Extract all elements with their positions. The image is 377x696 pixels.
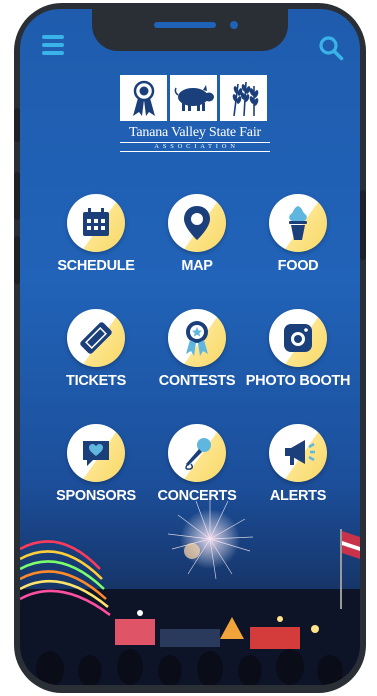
map-pin-icon xyxy=(168,194,226,252)
ticket-icon xyxy=(67,309,125,367)
tile-tickets[interactable]: TICKETS xyxy=(40,309,150,419)
tile-schedule[interactable]: SCHEDULE xyxy=(40,194,150,304)
ice-cream-icon xyxy=(269,194,327,252)
ribbon-logo-icon xyxy=(120,75,167,121)
megaphone-icon xyxy=(269,424,327,482)
tile-contests[interactable]: CONTESTS xyxy=(141,309,251,419)
wheat-logo-icon xyxy=(220,75,267,121)
tile-label: SCHEDULE xyxy=(57,258,135,274)
fair-logo: Tanana Valley State Fair ASSOCIATION xyxy=(120,75,270,175)
tile-label: PHOTO BOOTH xyxy=(245,373,351,389)
tile-alerts[interactable]: ALERTS xyxy=(242,424,352,534)
tile-concerts[interactable]: CONCERTS xyxy=(141,424,251,534)
phone-power-button xyxy=(360,190,366,260)
tile-photo-booth[interactable]: PHOTO BOOTH xyxy=(242,309,352,419)
app-screen: Tanana Valley State Fair ASSOCIATION SCH… xyxy=(20,9,360,685)
tile-label: CONTESTS xyxy=(158,373,236,389)
front-camera xyxy=(230,21,238,29)
calendar-icon xyxy=(67,194,125,252)
hamburger-menu-icon[interactable] xyxy=(42,35,64,57)
heart-chat-icon xyxy=(67,424,125,482)
tile-label: FOOD xyxy=(277,258,319,274)
tile-label: MAP xyxy=(181,258,213,274)
tile-food[interactable]: FOOD xyxy=(242,194,352,304)
camera-icon xyxy=(269,309,327,367)
ribbon-icon xyxy=(168,309,226,367)
tile-map[interactable]: MAP xyxy=(141,194,251,304)
logo-title: Tanana Valley State Fair xyxy=(129,125,261,140)
tile-label: SPONSORS xyxy=(56,488,136,504)
tile-label: ALERTS xyxy=(269,488,327,504)
speaker-grill xyxy=(154,22,216,28)
phone-notch xyxy=(92,9,288,51)
search-icon[interactable] xyxy=(318,35,344,61)
microphone-icon xyxy=(168,424,226,482)
tile-sponsors[interactable]: SPONSORS xyxy=(40,424,150,534)
tile-label: CONCERTS xyxy=(157,488,237,504)
tile-label: TICKETS xyxy=(66,373,126,389)
pig-logo-icon xyxy=(170,75,217,121)
logo-subtitle: ASSOCIATION xyxy=(120,142,270,152)
